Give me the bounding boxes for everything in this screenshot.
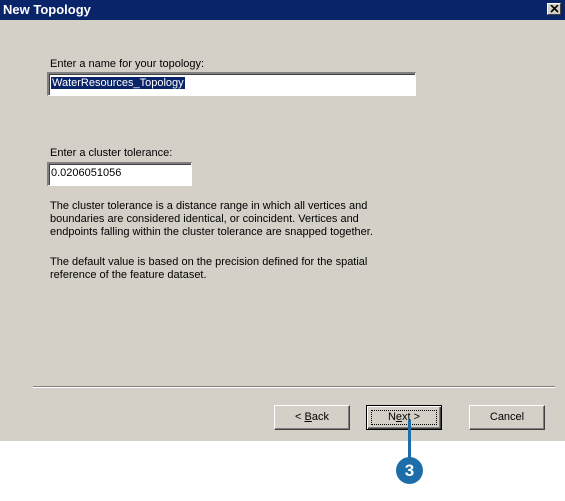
- back-rest: ack: [311, 411, 329, 423]
- step-callout-badge: 3: [396, 457, 423, 484]
- next-button[interactable]: Next >: [366, 405, 442, 430]
- back-button[interactable]: < Back: [274, 405, 350, 430]
- default-value-description: The default value is based on the precis…: [50, 256, 368, 281]
- cluster-tolerance-input[interactable]: 0.0206051056: [47, 162, 192, 186]
- cluster-tolerance-label: Enter a cluster tolerance:: [50, 147, 173, 159]
- topology-name-input[interactable]: WaterResources_Topology: [47, 72, 416, 96]
- focus-rectangle: [371, 410, 437, 425]
- close-button[interactable]: [547, 3, 561, 15]
- back-prefix: <: [295, 411, 305, 423]
- title-bar[interactable]: New Topology: [0, 0, 565, 20]
- callout-pointer-line: [408, 420, 411, 460]
- cluster-tolerance-value: 0.0206051056: [51, 167, 122, 179]
- cluster-tolerance-description: The cluster tolerance is a distance rang…: [50, 200, 373, 238]
- back-mnemonic: B: [304, 411, 312, 423]
- close-icon: [550, 5, 559, 13]
- topology-name-label: Enter a name for your topology:: [50, 58, 205, 70]
- topology-name-value: WaterResources_Topology: [51, 77, 185, 89]
- new-topology-dialog: New Topology Enter a name for your topol…: [0, 0, 565, 441]
- button-separator: [33, 386, 555, 388]
- cancel-button[interactable]: Cancel: [469, 405, 545, 430]
- window-title: New Topology: [3, 2, 91, 17]
